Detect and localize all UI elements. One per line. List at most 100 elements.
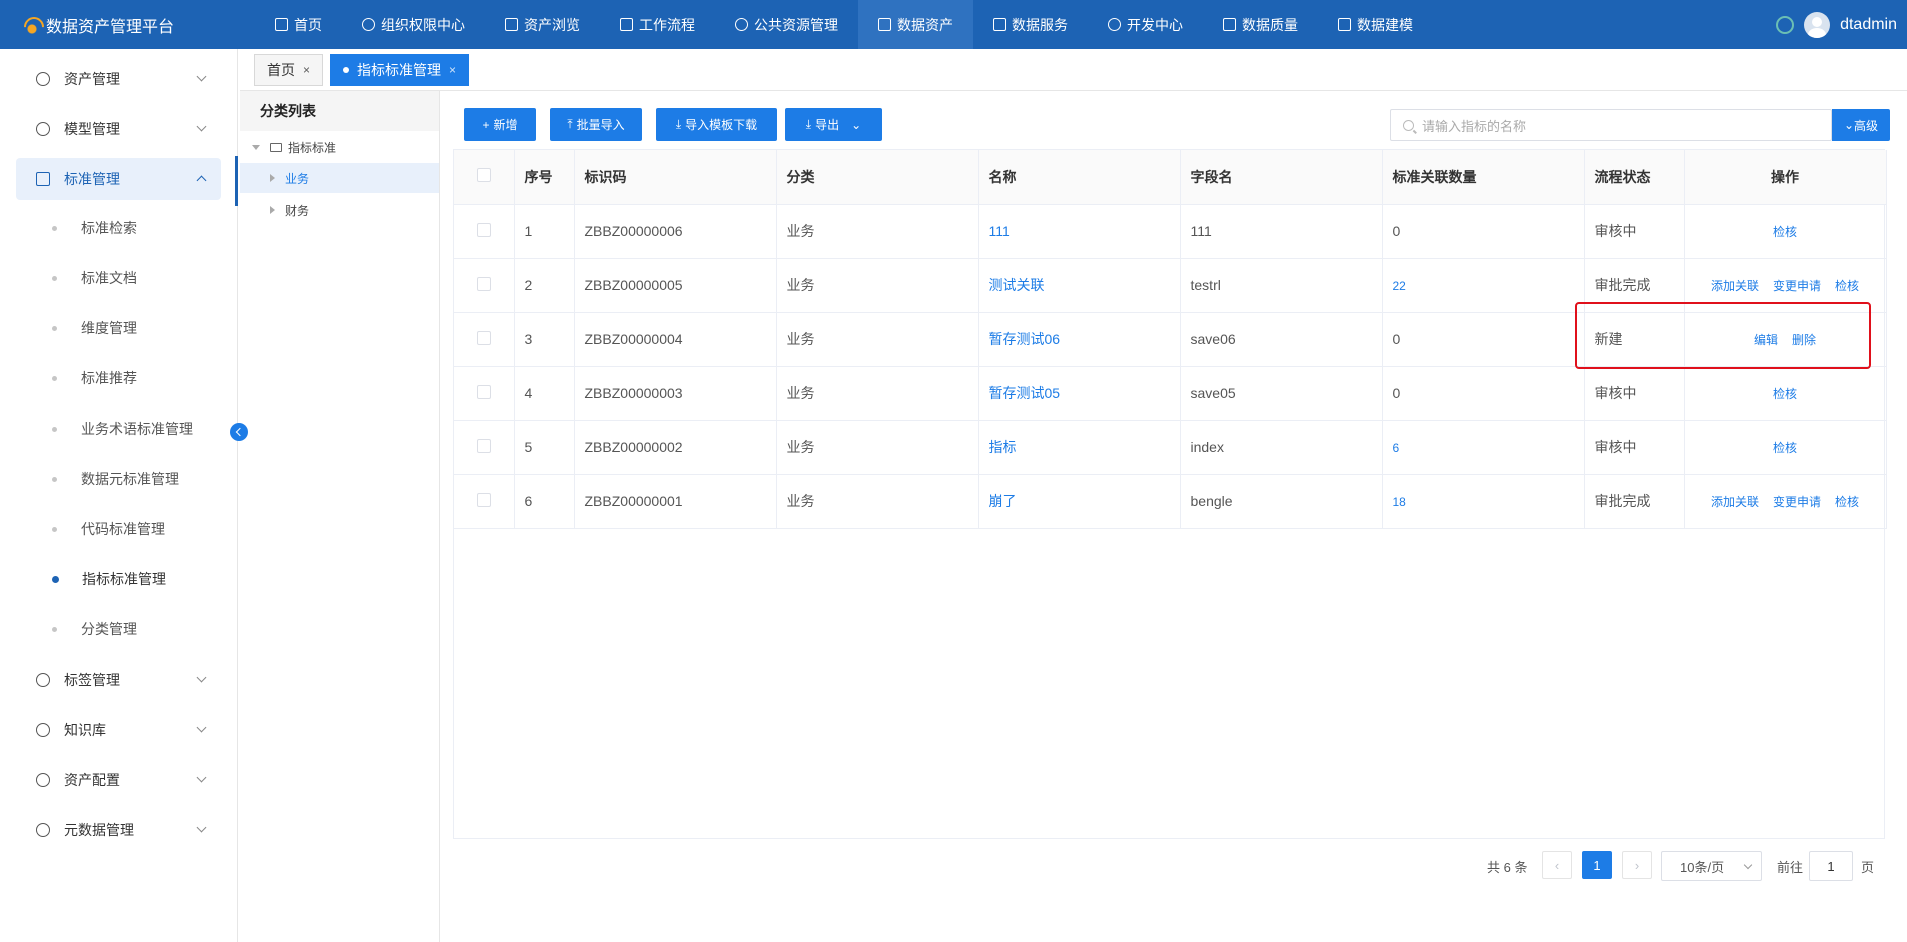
- nav-item-5[interactable]: 数据资产: [858, 0, 973, 49]
- sidebar-subitem-7[interactable]: 指标标准管理: [52, 564, 166, 594]
- row-select-cell[interactable]: [454, 258, 515, 313]
- sidebar-menu-1[interactable]: 模型管理: [16, 108, 221, 150]
- tab-home[interactable]: 首页 ×: [254, 54, 324, 86]
- search-icon: [1403, 119, 1414, 131]
- tree-node-finance[interactable]: 财务: [270, 195, 309, 225]
- sidebar-active-accent: [235, 156, 238, 206]
- prev-page-button[interactable]: ‹: [1542, 851, 1572, 879]
- sidebar-subitem-8[interactable]: 分类管理: [52, 614, 137, 644]
- action-link[interactable]: 检核: [1773, 225, 1797, 239]
- category-panel: 分类列表 指标标准 业务 财务: [240, 91, 440, 942]
- active-dot-icon: [343, 67, 349, 73]
- nav-item-9[interactable]: 数据建模: [1318, 0, 1433, 49]
- chevron-double-down-icon: ⌄: [1843, 118, 1855, 132]
- action-link[interactable]: 检核: [1835, 495, 1859, 509]
- name-link[interactable]: 测试关联: [989, 277, 1045, 293]
- sidebar-menu-6[interactable]: 元数据管理: [16, 809, 221, 851]
- name-link[interactable]: 指标: [989, 439, 1017, 455]
- close-icon[interactable]: ×: [449, 63, 456, 77]
- action-link[interactable]: 检核: [1773, 441, 1797, 455]
- count-link[interactable]: 18: [1393, 495, 1406, 509]
- cell-code: ZBBZ00000003: [574, 366, 777, 421]
- add-button[interactable]: + 新增: [464, 108, 536, 141]
- nav-item-4[interactable]: 公共资源管理: [715, 0, 858, 49]
- goto-prefix: 前往: [1777, 859, 1804, 875]
- page-1-button[interactable]: 1: [1582, 851, 1612, 879]
- action-link[interactable]: 添加关联: [1711, 279, 1759, 293]
- row-checkbox[interactable]: [476, 330, 491, 345]
- count-link[interactable]: 6: [1393, 441, 1400, 455]
- expand-icon[interactable]: [270, 206, 275, 214]
- row-checkbox[interactable]: [476, 492, 491, 507]
- next-page-button[interactable]: ›: [1622, 851, 1652, 879]
- expand-icon[interactable]: [252, 144, 260, 150]
- row-checkbox[interactable]: [476, 438, 491, 453]
- action-link[interactable]: 删除: [1792, 333, 1816, 347]
- action-link[interactable]: 变更申请: [1773, 495, 1821, 509]
- advanced-search-button[interactable]: ⌄ 高级: [1832, 109, 1890, 141]
- row-checkbox[interactable]: [476, 222, 491, 237]
- tree-node-business[interactable]: 业务: [240, 163, 439, 193]
- collapse-sidebar-icon[interactable]: [230, 423, 248, 441]
- cell-count: 18: [1382, 474, 1585, 529]
- nav-item-0[interactable]: 首页: [255, 0, 342, 49]
- action-link[interactable]: 添加关联: [1711, 495, 1759, 509]
- sidebar-menu-5[interactable]: 资产配置: [16, 759, 221, 801]
- goto-page-input[interactable]: 1: [1809, 851, 1853, 881]
- select-all-header[interactable]: [454, 150, 515, 205]
- name-link[interactable]: 暂存测试05: [989, 385, 1061, 401]
- row-select-cell[interactable]: [454, 474, 515, 529]
- batch-import-button[interactable]: ⤒ 批量导入: [550, 108, 642, 141]
- nav-item-2[interactable]: 资产浏览: [485, 0, 600, 49]
- brand[interactable]: 数据资产管理平台: [0, 0, 255, 49]
- sidebar-subitem-6[interactable]: 代码标准管理: [52, 514, 165, 544]
- sidebar-subitem-1[interactable]: 标准文档: [52, 263, 137, 293]
- sidebar-menu-3[interactable]: 标签管理: [16, 659, 221, 701]
- table-row: 2 ZBBZ00000005 业务 测试关联 testrl 22 审批完成 添加关联 变更申请检…: [454, 258, 1887, 313]
- nav-item-7[interactable]: 开发中心: [1088, 0, 1203, 49]
- sidebar-subitem-2[interactable]: 维度管理: [52, 313, 137, 343]
- nav-item-6[interactable]: 数据服务: [973, 0, 1088, 49]
- help-icon[interactable]: [1776, 15, 1795, 34]
- avatar[interactable]: [1804, 11, 1831, 38]
- row-select-cell[interactable]: [454, 204, 515, 259]
- page-size-select[interactable]: 10条/页: [1661, 851, 1762, 881]
- select-all-checkbox[interactable]: [476, 168, 491, 183]
- expand-icon[interactable]: [270, 174, 275, 182]
- count-link[interactable]: 22: [1393, 279, 1406, 293]
- action-link[interactable]: 变更申请: [1773, 279, 1821, 293]
- template-download-button[interactable]: ⤓ 导入模板下载: [656, 108, 777, 141]
- tree-node-root[interactable]: 指标标准: [252, 132, 336, 162]
- action-link[interactable]: 编辑: [1754, 333, 1778, 347]
- sidebar-subitem-4[interactable]: 业务术语标准管理: [52, 414, 193, 444]
- username[interactable]: dtadmin: [1840, 16, 1897, 34]
- close-icon[interactable]: ×: [303, 63, 310, 77]
- nav-item-1[interactable]: 组织权限中心: [342, 0, 485, 49]
- bullet-icon: [52, 575, 59, 583]
- sidebar-subitem-3[interactable]: 标准推荐: [52, 363, 137, 393]
- nav-item-8[interactable]: 数据质量: [1203, 0, 1318, 49]
- export-button[interactable]: ⤓ 导出 ⌄: [785, 108, 882, 141]
- row-checkbox[interactable]: [476, 276, 491, 291]
- name-link[interactable]: 崩了: [989, 493, 1017, 509]
- action-link[interactable]: 检核: [1773, 387, 1797, 401]
- cell-field: 111: [1180, 204, 1383, 259]
- chevron-icon: [196, 175, 207, 186]
- name-link[interactable]: 暂存测试06: [989, 331, 1061, 347]
- sidebar-menu-0[interactable]: 资产管理: [16, 58, 221, 100]
- table-header-row: 序号 标识码 分类 名称 字段名 标准关联数量 流程状态 操作: [454, 150, 1887, 205]
- sidebar-menu-2[interactable]: 标准管理: [16, 158, 221, 200]
- sidebar-menu-4[interactable]: 知识库: [16, 709, 221, 751]
- sidebar-subitem-0[interactable]: 标准检索: [52, 213, 137, 243]
- row-select-cell[interactable]: [454, 366, 515, 421]
- action-link[interactable]: 检核: [1835, 279, 1859, 293]
- tab-indicator-standard[interactable]: 指标标准管理 ×: [330, 54, 470, 86]
- search-input[interactable]: 请输入指标的名称: [1390, 109, 1832, 141]
- row-select-cell[interactable]: [454, 312, 515, 367]
- row-select-cell[interactable]: [454, 420, 515, 475]
- name-link[interactable]: 111: [989, 223, 1010, 239]
- row-checkbox[interactable]: [476, 384, 491, 399]
- cell-status: 新建: [1584, 312, 1685, 367]
- sidebar-subitem-5[interactable]: 数据元标准管理: [52, 464, 179, 494]
- nav-item-3[interactable]: 工作流程: [600, 0, 715, 49]
